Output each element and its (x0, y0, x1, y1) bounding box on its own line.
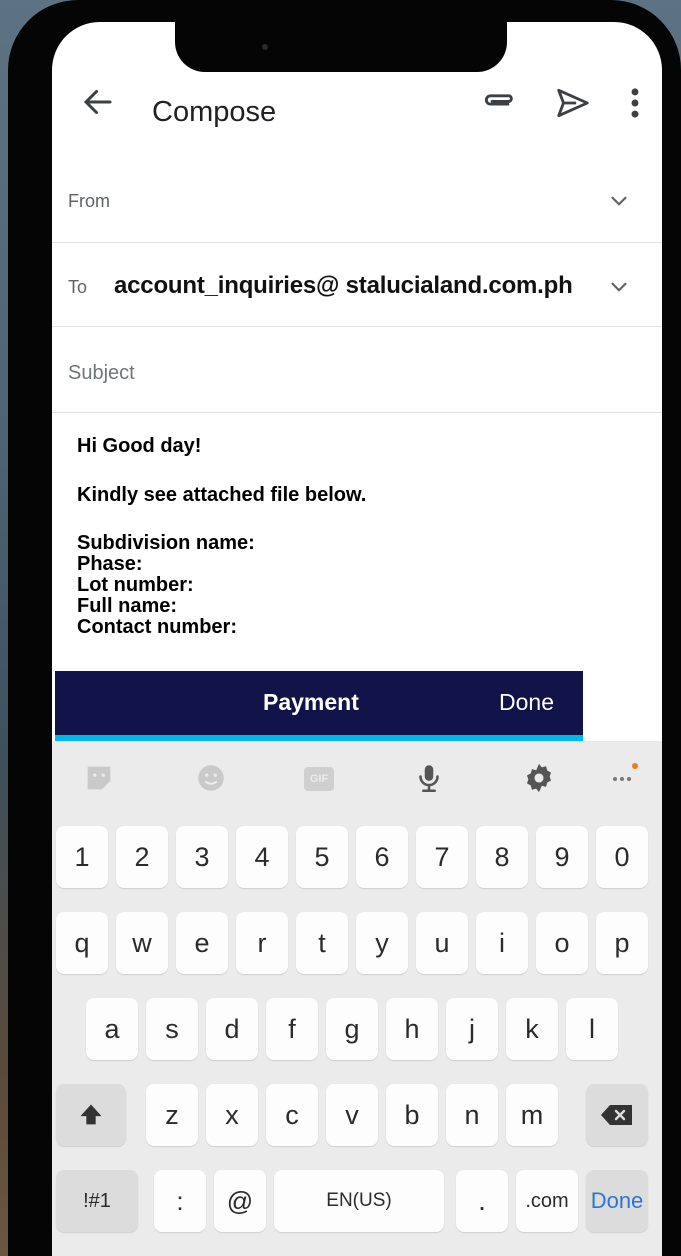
symbols-key[interactable]: !#1 (56, 1170, 138, 1232)
key-s[interactable]: s (146, 998, 198, 1060)
key-u[interactable]: u (416, 912, 468, 974)
key-m[interactable]: m (506, 1084, 558, 1146)
detail-line: Full name: (77, 595, 178, 617)
key-2[interactable]: 2 (116, 826, 168, 888)
emoji-icon[interactable] (194, 761, 228, 795)
subject-field[interactable]: Subject (52, 326, 662, 413)
from-label: From (68, 191, 110, 211)
key-a[interactable]: a (86, 998, 138, 1060)
at-key[interactable]: @ (214, 1170, 266, 1232)
chevron-down-icon[interactable] (606, 274, 632, 300)
send-icon[interactable] (554, 84, 592, 122)
attach-icon[interactable] (480, 84, 518, 122)
key-w[interactable]: w (116, 912, 168, 974)
mic-icon[interactable] (412, 761, 446, 795)
app-bar: Compose (52, 70, 662, 140)
colon-key[interactable]: : (154, 1170, 206, 1232)
to-label: To (68, 277, 88, 297)
key-3[interactable]: 3 (176, 826, 228, 888)
sticker-icon[interactable] (82, 761, 116, 795)
gear-icon[interactable] (522, 761, 556, 795)
key-j[interactable]: j (446, 998, 498, 1060)
key-i[interactable]: i (476, 912, 528, 974)
key-8[interactable]: 8 (476, 826, 528, 888)
to-recipient[interactable]: account_inquiries@ stalucialand.com.ph (114, 272, 573, 300)
key-0[interactable]: 0 (596, 826, 648, 888)
shift-icon (80, 1104, 102, 1125)
key-o[interactable]: o (536, 912, 588, 974)
key-7[interactable]: 7 (416, 826, 468, 888)
notch (175, 22, 507, 72)
backspace-icon (601, 1105, 632, 1125)
key-f[interactable]: f (266, 998, 318, 1060)
key-c[interactable]: c (266, 1084, 318, 1146)
keyboard: GIF 1 2 3 4 5 6 7 8 9 0 q w e r t y u i (52, 741, 662, 1256)
key-r[interactable]: r (236, 912, 288, 974)
key-4[interactable]: 4 (236, 826, 288, 888)
key-t[interactable]: t (296, 912, 348, 974)
to-field[interactable]: To account_inquiries@ stalucialand.com.p… (52, 242, 662, 327)
camera (262, 44, 268, 50)
detail-line: Contact number: (77, 616, 237, 638)
gif-icon[interactable]: GIF (304, 767, 334, 791)
detail-line: Lot number: (77, 574, 194, 596)
payment-attachment-bar: Payment Done (55, 671, 583, 735)
key-n[interactable]: n (446, 1084, 498, 1146)
back-arrow-icon[interactable] (80, 84, 116, 120)
key-l[interactable]: l (566, 998, 618, 1060)
done-key[interactable]: Done (586, 1170, 648, 1232)
body-instruction[interactable]: Kindly see attached file below. (77, 484, 366, 507)
backspace-key[interactable] (586, 1084, 648, 1146)
more-vertical-icon[interactable] (622, 84, 648, 122)
gif-label: GIF (309, 773, 329, 785)
shift-key[interactable] (56, 1084, 126, 1146)
body-details[interactable]: Subdivision name: Phase: Lot number: Ful… (77, 533, 255, 638)
payment-done-button[interactable]: Done (499, 689, 554, 716)
chevron-down-icon[interactable] (606, 188, 632, 214)
screen: Compose From To account_inquiries@ stalu… (52, 22, 662, 1256)
key-b[interactable]: b (386, 1084, 438, 1146)
key-e[interactable]: e (176, 912, 228, 974)
key-x[interactable]: x (206, 1084, 258, 1146)
key-9[interactable]: 9 (536, 826, 588, 888)
period-key[interactable]: . (456, 1170, 508, 1232)
detail-line: Subdivision name: (77, 532, 255, 554)
key-y[interactable]: y (356, 912, 408, 974)
key-p[interactable]: p (596, 912, 648, 974)
key-d[interactable]: d (206, 998, 258, 1060)
space-key[interactable]: EN(US) (274, 1170, 444, 1232)
key-v[interactable]: v (326, 1084, 378, 1146)
key-q[interactable]: q (56, 912, 108, 974)
key-6[interactable]: 6 (356, 826, 408, 888)
more-icon[interactable] (608, 757, 642, 791)
key-5[interactable]: 5 (296, 826, 348, 888)
key-z[interactable]: z (146, 1084, 198, 1146)
payment-title: Payment (263, 689, 359, 715)
key-1[interactable]: 1 (56, 826, 108, 888)
dotcom-key[interactable]: .com (516, 1170, 578, 1232)
from-field[interactable]: From (52, 158, 662, 243)
key-k[interactable]: k (506, 998, 558, 1060)
page-title: Compose (152, 96, 277, 128)
key-g[interactable]: g (326, 998, 378, 1060)
detail-line: Phase: (77, 553, 143, 575)
key-h[interactable]: h (386, 998, 438, 1060)
subject-placeholder: Subject (68, 362, 135, 384)
body-greeting[interactable]: Hi Good day! (77, 435, 201, 458)
